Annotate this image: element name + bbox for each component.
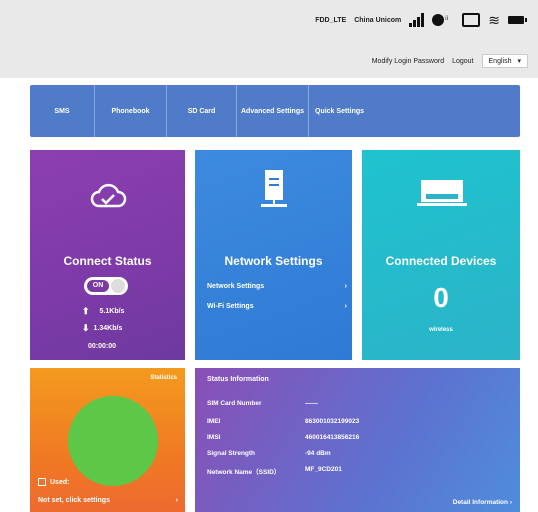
router-icon <box>261 170 287 207</box>
status-information-card: Status Information SIM Card Number —— IM… <box>195 368 520 512</box>
language-select[interactable]: English ▾ <box>481 54 528 68</box>
info-key: Signal Strength <box>207 450 256 457</box>
network-settings-link[interactable]: Network Settings › <box>207 283 347 290</box>
connect-status-card: Connect Status ON ⬆ 5.1Kb/s ⬇ 1.34Kb/s 0… <box>30 150 185 360</box>
device-count: 0 <box>433 282 449 313</box>
download-arrow-icon: ⬇ <box>82 323 90 333</box>
network-settings-card: Network Settings Network Settings › Wi-F… <box>195 150 352 360</box>
detail-link-label: Detail Information <box>452 499 509 506</box>
info-value: 460016413856216 <box>305 434 360 441</box>
carrier-name: China Unicom <box>354 16 402 24</box>
connected-devices-title: Connected Devices <box>385 254 497 268</box>
logout-link[interactable]: Logout <box>452 58 473 65</box>
header-links: Modify Login Password Logout English ▾ <box>372 54 528 68</box>
top-bar: FDD_LTE China Unicom ≋ Modify Login Pass… <box>0 0 538 78</box>
info-row-imei: IMEI 863001032199023 <box>207 418 425 425</box>
nav-item-quick-settings[interactable]: Quick Settings <box>309 85 520 137</box>
toggle-knob <box>111 279 125 293</box>
globe-icon <box>432 14 448 26</box>
info-value: —— <box>305 400 318 407</box>
chevron-right-icon: › <box>509 499 512 506</box>
nav-item-phonebook[interactable]: Phonebook <box>95 85 167 137</box>
info-key: SIM Card Number <box>207 400 262 407</box>
chevron-down-icon: ▾ <box>517 58 521 65</box>
info-value: -94 dBm <box>305 450 331 457</box>
used-label: Used: <box>50 478 70 486</box>
network-settings-link-label: Network Settings <box>207 283 265 290</box>
download-rate-row: ⬇ 1.34Kb/s <box>82 323 122 334</box>
upload-rate-row: ⬆ 5.1Kb/s <box>82 306 124 317</box>
info-value: MF_9CD201 <box>305 466 342 473</box>
upload-rate: 5.1Kb/s <box>99 308 125 315</box>
chevron-right-icon: › <box>344 283 347 290</box>
data-limit-settings-link[interactable]: Not set, click settings › <box>38 497 178 504</box>
connected-devices-card[interactable]: Connected Devices 0 wireless <box>362 150 520 360</box>
usage-pie-chart <box>68 396 158 486</box>
nav-item-sd-card[interactable]: SD Card <box>167 85 237 137</box>
nav-item-advanced-settings[interactable]: Advanced Settings <box>237 85 309 137</box>
status-indicators: FDD_LTE China Unicom ≋ <box>315 8 527 32</box>
wifi-settings-link-label: Wi-Fi Settings <box>207 303 254 310</box>
info-row-signal: Signal Strength -94 dBm <box>207 450 425 457</box>
used-legend: Used: <box>38 478 69 486</box>
wifi-icon: ≋ <box>488 12 500 28</box>
statistics-label: Statistics <box>150 375 177 381</box>
settings-link-label: Not set, click settings <box>38 497 110 504</box>
detail-information-link[interactable]: Detail Information › <box>453 499 512 506</box>
battery-icon <box>508 16 527 24</box>
info-row-sim: SIM Card Number —— <box>207 400 425 407</box>
sim-card-icon <box>462 13 481 27</box>
main-nav: SMS Phonebook SD Card Advanced Settings … <box>30 85 520 137</box>
signal-strength-icon <box>409 13 425 27</box>
upload-arrow-icon: ⬆ <box>82 306 90 316</box>
connection-toggle[interactable]: ON <box>84 277 128 295</box>
info-key: Network Name（SSID） <box>207 469 281 476</box>
chevron-right-icon: › <box>344 303 347 310</box>
used-checkbox-icon <box>38 478 46 486</box>
info-key: IMEI <box>207 418 221 425</box>
chevron-right-icon: › <box>175 497 178 504</box>
network-type: FDD_LTE <box>315 16 347 24</box>
nav-item-sms[interactable]: SMS <box>30 85 95 137</box>
modify-password-link[interactable]: Modify Login Password <box>372 58 444 65</box>
download-rate: 1.34Kb/s <box>93 325 123 332</box>
info-value: 863001032199023 <box>305 418 360 425</box>
language-value: English <box>488 57 512 65</box>
info-row-ssid: Network Name（SSID） MF_9CD201 <box>207 466 425 476</box>
connect-status-title: Connect Status <box>63 254 152 268</box>
cloud-icon <box>90 183 127 208</box>
wifi-settings-link[interactable]: Wi-Fi Settings › <box>207 303 347 310</box>
info-row-imsi: IMSI 460016413856216 <box>207 434 425 441</box>
network-settings-title: Network Settings <box>224 254 323 268</box>
statistics-card: Statistics Used: Not set, click settings… <box>30 368 185 512</box>
laptop-icon <box>417 180 467 206</box>
info-key: IMSI <box>207 434 221 441</box>
connection-duration: 00:00:00 <box>88 343 117 350</box>
status-information-title: Status Information <box>207 376 269 383</box>
device-type-label: wireless <box>429 327 453 333</box>
toggle-label: ON <box>87 280 109 292</box>
